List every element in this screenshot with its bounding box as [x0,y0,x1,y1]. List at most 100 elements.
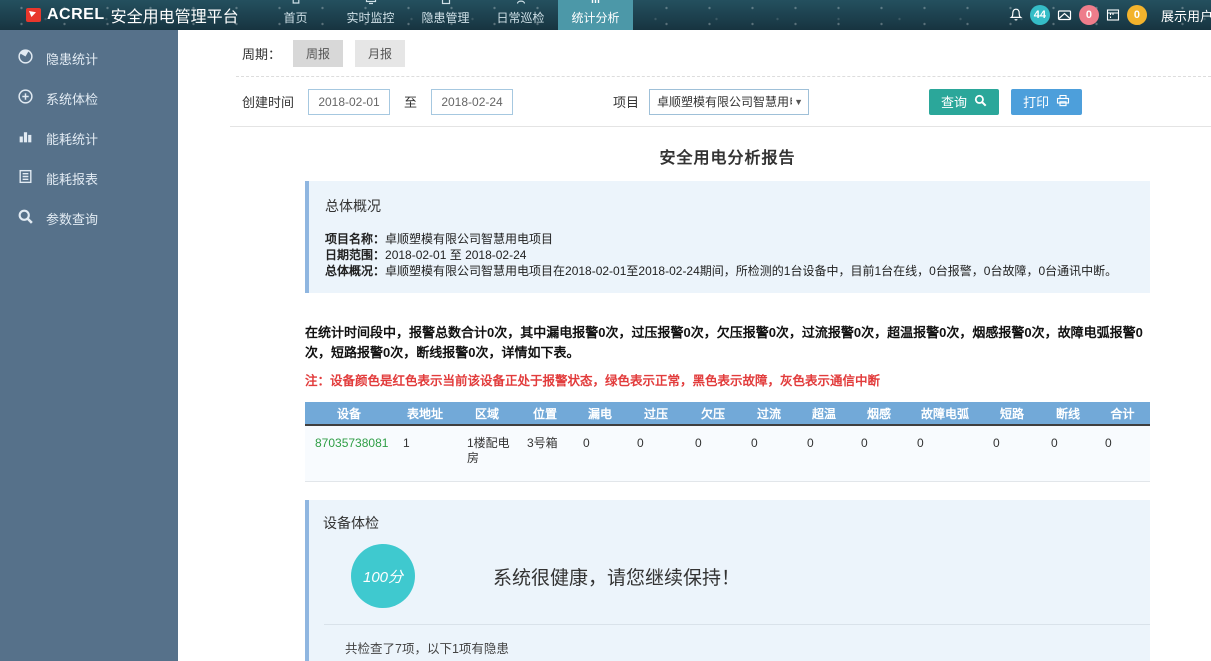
health-score-circle: 100分 [351,544,415,608]
project-select[interactable]: 卓顺塑模有限公司智慧用电项 ▼ [649,89,809,115]
overview-section-title: 总体概况 [325,196,1134,216]
sidebar-item-parameter-query[interactable]: 参数查询 [0,198,178,238]
header-right: 44 0 0 展示用户 [1008,0,1211,30]
nav-item-daily-inspection[interactable]: 日常巡检 [483,0,558,30]
printer-icon [1056,94,1070,110]
check-summary: 共检查了7项，以下1项有隐患 [309,625,1150,661]
col-area: 区域 [457,402,517,425]
nav-item-realtime-monitor[interactable]: 实时监控 [333,0,408,30]
col-overcurrent: 过流 [741,402,797,425]
cell-meter-address: 1 [393,425,457,482]
acrel-logo-icon [26,8,41,22]
alarm-summary-paragraph: 在统计时间段中，报警总数合计0次，其中漏电报警0次，过压报警0次，欠压报警0次，… [305,323,1150,363]
document-icon [440,0,452,9]
pie-chart-icon [17,48,34,68]
person-icon [515,0,527,9]
overview-section: 总体概况 项目名称：卓顺塑模有限公司智慧用电项目 日期范围：2018-02-01… [305,181,1150,293]
current-user[interactable]: 展示用户 [1161,6,1211,25]
nav-item-label: 隐患管理 [421,9,469,26]
cell-arc-fault: 0 [907,425,983,482]
nav-item-statistics-analysis[interactable]: 统计分析 [558,0,633,30]
mail-icon[interactable] [1056,7,1073,23]
message-count-badge[interactable]: 0 [1079,5,1099,25]
col-arc-fault: 故障电弧 [907,402,983,425]
device-alarm-table: 设备 表地址 区域 位置 漏电 过压 欠压 过流 超温 烟感 故障电弧 短路 断… [305,402,1150,482]
report-title: 安全用电分析报告 [305,127,1150,181]
task-count-badge[interactable]: 0 [1127,5,1147,25]
health-message: 系统很健康，请您继续保持！ [493,563,740,590]
bar-chart-icon [17,128,34,148]
col-leakage: 漏电 [573,402,627,425]
date-to-input[interactable] [431,89,513,115]
project-name-line: 项目名称：卓顺塑模有限公司智慧用电项目 [325,231,1134,247]
project-select-value: 卓顺塑模有限公司智慧用电项 [657,93,792,110]
period-label: 周期： [242,44,281,63]
health-section-title: 设备体检 [309,513,1150,533]
weekly-report-button[interactable]: 周报 [293,40,343,67]
device-health-section: 设备体检 100分 系统很健康，请您继续保持！ 共检查了7项，以下1项有隐患 V… [305,500,1150,661]
col-short-circuit: 短路 [983,402,1041,425]
col-meter-address: 表地址 [393,402,457,425]
col-undervoltage: 欠压 [685,402,741,425]
report-doc-icon [17,168,34,188]
bell-icon[interactable] [1008,7,1024,23]
report-area: 安全用电分析报告 总体概况 项目名称：卓顺塑模有限公司智慧用电项目 日期范围：2… [305,127,1150,661]
nav-item-label: 首页 [283,9,307,26]
top-nav: 首页 实时监控 隐患管理 日常巡检 统计分析 [258,0,633,30]
col-device: 设备 [305,402,393,425]
cell-short-circuit: 0 [983,425,1041,482]
chart-icon [590,0,602,9]
sidebar-item-label: 隐患统计 [46,49,98,68]
task-calendar-icon[interactable] [1105,7,1121,23]
sidebar-item-label: 系统体检 [46,89,98,108]
nav-item-label: 日常巡检 [496,9,544,26]
sidebar-item-system-checkup[interactable]: 系统体检 [0,78,178,118]
col-overtemp: 超温 [797,402,851,425]
nav-item-home[interactable]: 首页 [258,0,333,30]
sidebar-item-energy-report[interactable]: 能耗报表 [0,158,178,198]
page-platform-title: 安全用电管理平台 [111,3,239,27]
col-smoke: 烟感 [851,402,907,425]
date-from-input[interactable] [308,89,390,115]
created-time-label: 创建时间 [242,92,294,111]
search-icon [17,208,34,228]
cell-location: 3号箱 [517,425,573,482]
chevron-down-icon: ▼ [794,97,803,107]
brand-name: ACREL [47,6,105,24]
cell-overtemp: 0 [797,425,851,482]
table-header-row: 设备 表地址 区域 位置 漏电 过压 欠压 过流 超温 烟感 故障电弧 短路 断… [305,402,1150,425]
monthly-report-button[interactable]: 月报 [355,40,405,67]
to-label: 至 [404,92,417,111]
search-icon [974,94,987,110]
sidebar-item-label: 能耗统计 [46,129,98,148]
health-main: 100分 系统很健康，请您继续保持！ [351,544,1150,608]
notification-count-badge[interactable]: 44 [1030,5,1050,25]
cell-area: 1楼配电房 [457,425,517,482]
col-line-break: 断线 [1041,402,1095,425]
cell-undervoltage: 0 [685,425,741,482]
filter-row: 创建时间 至 项目 卓顺塑模有限公司智慧用电项 ▼ 查询 打印 [178,77,1211,126]
cell-total: 0 [1095,425,1150,482]
device-number-link[interactable]: 87035738081 [305,425,393,482]
overview-summary-line: 总体概况：卓顺塑模有限公司智慧用电项目在2018-02-01至2018-02-2… [325,263,1134,279]
nav-item-hazard-management[interactable]: 隐患管理 [408,0,483,30]
sidebar: 隐患统计 系统体检 能耗统计 能耗报表 参数查询 [0,30,178,661]
period-row: 周期： 周报 月报 [178,30,1211,67]
home-icon [290,0,302,9]
query-button[interactable]: 查询 [929,89,999,115]
sidebar-item-label: 参数查询 [46,209,98,228]
cell-line-break: 0 [1041,425,1095,482]
date-range-line: 日期范围：2018-02-01 至 2018-02-24 [325,247,1134,263]
top-header: ACREL 安全用电管理平台 首页 实时监控 隐患管理 日常巡检 统计分析 44… [0,0,1211,30]
brand: ACREL 安全用电管理平台 [0,0,258,30]
cell-smoke: 0 [851,425,907,482]
main-content: 周期： 周报 月报 创建时间 至 项目 卓顺塑模有限公司智慧用电项 ▼ 查询 打… [178,30,1211,661]
sidebar-item-energy-statistics[interactable]: 能耗统计 [0,118,178,158]
nav-item-label: 统计分析 [571,9,619,26]
sidebar-item-hazard-statistics[interactable]: 隐患统计 [0,38,178,78]
print-button[interactable]: 打印 [1011,89,1082,115]
col-location: 位置 [517,402,573,425]
plus-circle-icon [17,88,34,108]
col-overvoltage: 过压 [627,402,685,425]
color-legend-note: 注：设备颜色是红色表示当前该设备正处于报警状态，绿色表示正常，黑色表示故障，灰色… [305,370,1150,389]
